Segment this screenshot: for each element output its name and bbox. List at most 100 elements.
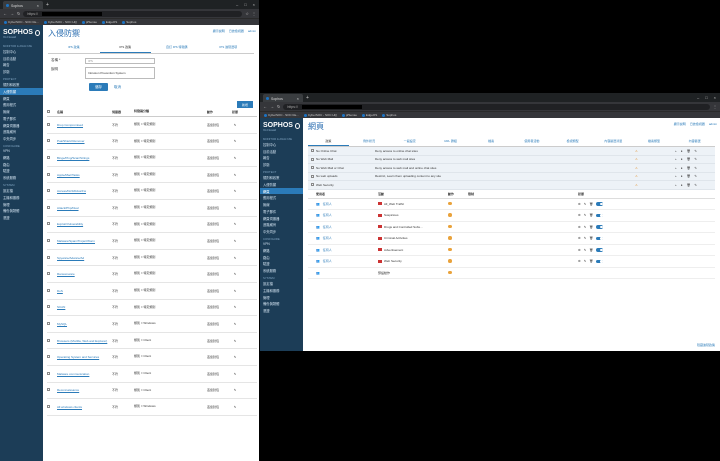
new-tab-icon[interactable]: + — [46, 2, 49, 8]
edit-icon[interactable]: ✎ — [584, 236, 587, 240]
minimize-icon[interactable]: – — [236, 2, 238, 7]
toggle-icon[interactable]: ● — [681, 157, 683, 161]
settings-icon[interactable]: ⚙ — [578, 259, 581, 263]
top-link[interactable]: 日誌檢視器 — [229, 29, 244, 33]
page-tab[interactable]: IPS 進階選項 — [203, 42, 255, 53]
edit-icon[interactable]: ✎ — [584, 259, 587, 263]
edit-icon[interactable]: ✎ — [230, 339, 240, 343]
page-tab[interactable]: 檢視類型 — [552, 137, 593, 146]
sidebar-item[interactable]: 診斷 — [260, 161, 303, 168]
rule-name-link[interactable]: All windows clients — [57, 405, 112, 409]
page-tab[interactable]: 檔案類型 — [634, 137, 675, 146]
sidebar-item[interactable]: 驗證 — [260, 261, 303, 268]
delete-icon[interactable]: 🗑 — [589, 225, 593, 229]
rule-name-link[interactable]: Attack/Php/Dual — [57, 206, 112, 210]
edit-icon[interactable]: ✎ — [230, 206, 240, 210]
row-checkbox[interactable] — [47, 238, 57, 243]
back-icon[interactable]: ← — [263, 104, 267, 109]
add-icon[interactable]: + — [675, 174, 677, 178]
top-link[interactable]: admin — [248, 29, 256, 33]
description-field[interactable]: Intrusion Prevention System — [85, 67, 155, 79]
edit-icon[interactable]: ✎ — [584, 248, 587, 252]
delete-icon[interactable]: 🗑 — [687, 166, 691, 170]
activity-cell[interactable]: All_Web Traffic — [378, 202, 448, 206]
page-tab[interactable]: URL 群組 — [430, 137, 471, 146]
top-link[interactable]: admin — [709, 122, 717, 126]
add-icon[interactable]: + — [675, 183, 677, 187]
top-link[interactable]: 顯示說明 — [213, 29, 225, 33]
rule-name-link[interactable]: Pua/Shield Remover — [57, 139, 112, 143]
page-tab[interactable]: 使用者活動 — [512, 137, 553, 146]
toggle-icon[interactable]: ● — [681, 174, 683, 178]
sidebar-item[interactable]: 報告 — [0, 62, 43, 69]
edit-icon[interactable]: ✎ — [230, 289, 240, 293]
policy-checkbox[interactable] — [311, 183, 314, 187]
sidebar-item[interactable]: 入侵防禦 — [0, 87, 43, 95]
policy-checkbox[interactable] — [311, 174, 314, 178]
row-checkbox[interactable] — [47, 189, 57, 193]
top-link[interactable]: 顯示說明 — [674, 122, 686, 126]
forward-icon[interactable]: → — [270, 104, 274, 109]
delete-icon[interactable]: 🗑 — [687, 157, 691, 161]
edit-icon[interactable]: ✎ — [230, 372, 240, 376]
sidebar-item[interactable]: 目前活動 — [260, 148, 303, 155]
settings-icon[interactable]: ⚙ — [578, 248, 581, 252]
rule-name-link[interactable]: Operating System and Services — [57, 355, 112, 359]
reload-icon[interactable]: ↻ — [17, 11, 20, 16]
sidebar-item[interactable]: 網路 — [260, 247, 303, 254]
page-tab[interactable]: 內容篩選 — [674, 137, 715, 146]
maximize-icon[interactable]: □ — [244, 2, 246, 7]
sidebar-item[interactable]: 主機和服務 — [260, 287, 303, 294]
toggle-icon[interactable]: ● — [681, 183, 683, 187]
sidebar-item[interactable]: 進階威脅 — [0, 129, 43, 136]
bookmark-item[interactable]: Sophos — [122, 20, 136, 24]
sidebar-item[interactable]: 網頁 — [260, 187, 303, 195]
edit-icon[interactable]: ✎ — [584, 202, 587, 206]
edit-icon[interactable]: ✎ — [230, 189, 240, 193]
sidebar-item[interactable]: 驗證 — [0, 168, 43, 175]
minimize-icon[interactable]: – — [697, 95, 699, 100]
activity-cell[interactable]: Drugs and Controlled Subs... — [378, 225, 448, 229]
url-input[interactable]: https:// — [23, 10, 243, 17]
edit-icon[interactable]: ✎ — [230, 222, 240, 226]
edit-icon[interactable]: ✎ — [230, 173, 240, 177]
policy-row[interactable]: No Online Chat Deny access to online chat… — [308, 147, 715, 156]
bookmark-item[interactable]: CyberSOC - SOC Re... — [264, 113, 299, 117]
close-window-icon[interactable]: × — [714, 95, 716, 100]
edit-icon[interactable]: ✎ — [230, 256, 240, 260]
edit-icon[interactable]: ✎ — [230, 272, 240, 276]
sidebar-item[interactable]: 路由 — [260, 254, 303, 261]
status-toggle[interactable] — [596, 225, 604, 229]
menu-icon[interactable]: ⋮ — [713, 104, 717, 109]
sidebar-item[interactable]: 網頁 — [0, 95, 43, 102]
row-checkbox[interactable] — [47, 338, 57, 343]
close-tab-icon[interactable]: × — [37, 3, 39, 8]
sidebar-item[interactable]: 管理 — [0, 201, 43, 208]
policy-checkbox[interactable] — [311, 157, 314, 161]
sidebar-item[interactable]: 控制中心 — [260, 141, 303, 148]
policy-row[interactable]: Web Security ⚠ + ● 🗑 ✎ — [308, 181, 715, 190]
row-checkbox[interactable] — [47, 139, 57, 143]
add-icon[interactable]: + — [675, 157, 677, 161]
toggle-icon[interactable]: ● — [681, 149, 683, 153]
delete-icon[interactable]: 🗑 — [589, 236, 593, 240]
sidebar-item[interactable]: 無線 — [260, 201, 303, 208]
sidebar-item[interactable]: 網頁伺服器 — [260, 215, 303, 222]
row-checkbox[interactable] — [47, 205, 57, 210]
page-tab[interactable]: 例外狀況 — [349, 137, 390, 146]
users-cell[interactable]: 👥 任何人 — [316, 236, 378, 240]
edit-icon[interactable]: ✎ — [230, 239, 240, 243]
sidebar-item[interactable]: 管理 — [260, 294, 303, 301]
row-checkbox[interactable] — [47, 404, 57, 409]
row-checkbox[interactable] — [47, 155, 57, 160]
rule-name-link[interactable]: Access/DoS/Ddos/Fw — [57, 189, 112, 193]
add-icon[interactable]: + — [675, 166, 677, 170]
row-checkbox[interactable] — [47, 371, 57, 376]
sidebar-item[interactable]: 備份與韌體 — [0, 207, 43, 214]
edit-icon[interactable]: ✎ — [230, 405, 240, 409]
browser-tab[interactable]: Sophos × — [3, 0, 43, 9]
policy-checkbox[interactable] — [311, 166, 314, 170]
row-checkbox[interactable] — [47, 255, 57, 260]
status-toggle[interactable] — [596, 259, 604, 263]
policy-row[interactable]: No Web Mail or Chat Deny access to web ma… — [308, 164, 715, 173]
